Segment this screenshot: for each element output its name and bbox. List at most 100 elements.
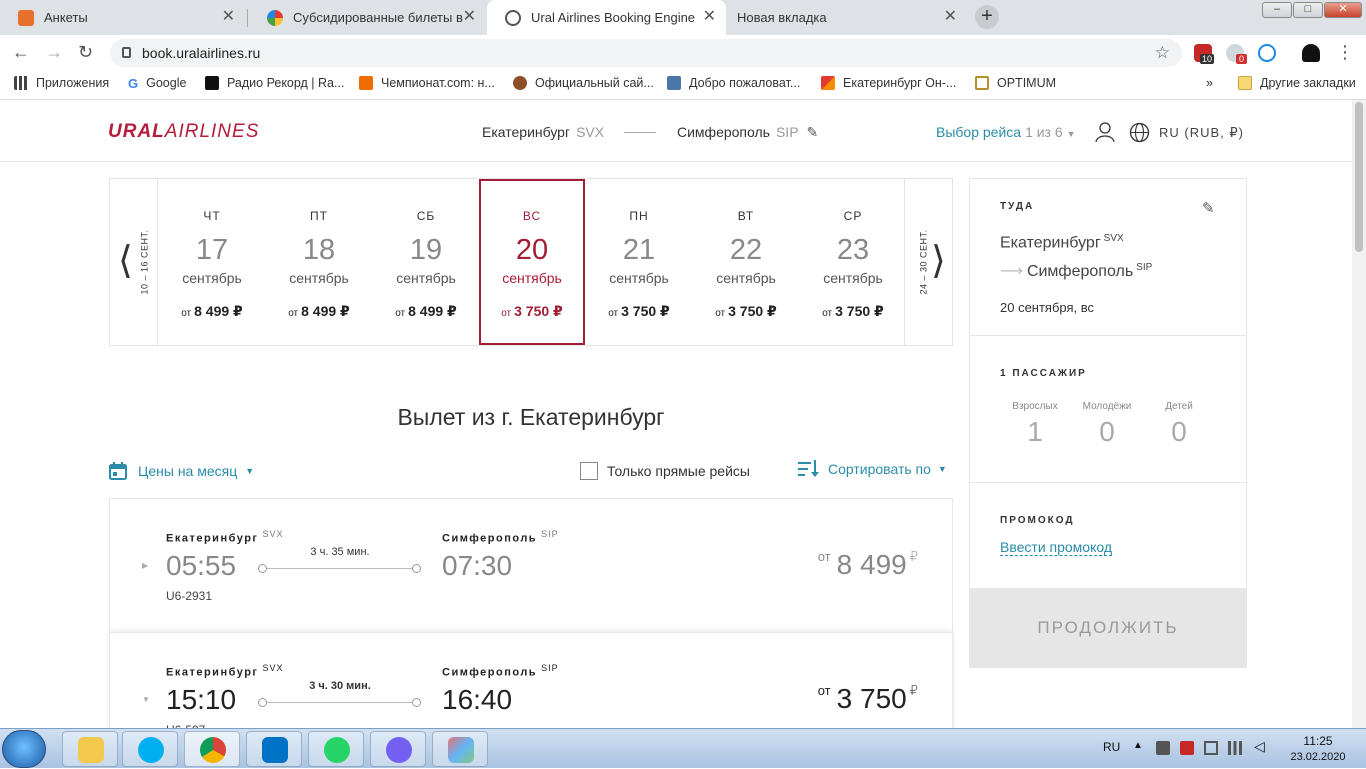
bookmark-apps[interactable]: Приложения [14, 76, 109, 90]
next-week-button[interactable]: ⟩ 24 – 30 СЕНТ. [904, 179, 952, 345]
tab-ankety[interactable]: Анкеты ✕ [0, 0, 245, 35]
site-icon [821, 76, 835, 90]
globe-icon[interactable] [1129, 122, 1150, 143]
direction-label: ТУДА [1000, 201, 1035, 212]
close-icon[interactable]: ✕ [222, 9, 235, 25]
divider [970, 482, 1246, 483]
date-cell[interactable]: ПТ 18 сентябрь от 8 499 ₽ [266, 179, 372, 345]
direct-flights-filter[interactable]: Только прямые рейсы [580, 462, 750, 480]
volume-icon[interactable]: ◁ [1254, 738, 1265, 755]
tray-expand-icon[interactable]: ▲ [1133, 740, 1143, 751]
tray-app-icon[interactable] [1180, 741, 1194, 755]
bookmark-vk[interactable]: Добро пожаловат... [667, 76, 800, 90]
forward-icon[interactable]: → [45, 42, 63, 62]
bookmark-label: Чемпионат.com: н... [381, 76, 495, 90]
close-icon[interactable]: ✕ [944, 9, 957, 25]
tab-new[interactable]: Новая вкладка ✕ [727, 0, 967, 35]
minimize-button[interactable]: – [1262, 2, 1292, 18]
expand-triangle-icon[interactable]: ▶ [142, 561, 148, 570]
flight-line [262, 702, 418, 703]
date-cell[interactable]: ПН 21 сентябрь от 3 750 ₽ [586, 179, 692, 345]
start-button[interactable] [2, 730, 46, 768]
tray-monitor-icon[interactable] [1204, 741, 1218, 755]
origin-code: SVX [262, 663, 284, 673]
reload-icon[interactable]: ↻ [78, 42, 93, 62]
tray-app-icon[interactable] [1156, 741, 1170, 755]
enter-promo-link[interactable]: Ввести промокод [1000, 539, 1113, 556]
tab-subsidized-tickets[interactable]: Субсидированные билеты в КРЫ ✕ [249, 0, 486, 35]
origin-dot [258, 698, 267, 707]
close-icon[interactable]: ✕ [703, 9, 716, 25]
bookmarks-overflow[interactable]: » [1206, 76, 1213, 90]
dest-city: Симферополь [442, 666, 538, 679]
month-prices-toggle[interactable]: Цены на месяц ▼ [109, 462, 254, 480]
ural-airlines-logo[interactable]: URALAIRLINES [108, 121, 259, 143]
chevron-right-icon: ⟩ [931, 240, 946, 282]
expand-triangle-icon[interactable]: ▼ [142, 695, 150, 704]
flight-step-indicator[interactable]: Выбор рейса 1 из 6 ▼ [936, 124, 1076, 140]
language-currency-selector[interactable]: RU (RUB, ₽) [1159, 125, 1244, 141]
prev-week-button[interactable]: ⟨ 10 – 16 СЕНТ. [110, 179, 158, 345]
maximize-button[interactable]: □ [1293, 2, 1323, 18]
date-cell-selected[interactable]: ВС 20 сентябрь от 3 750 ₽ [479, 179, 585, 345]
bookmark-ekaterinburg[interactable]: Екатеринбург Он-... [821, 76, 956, 90]
date-cell[interactable]: ВТ 22 сентябрь от 3 750 ₽ [693, 179, 799, 345]
url-input[interactable]: book.uralairlines.ru ☆ [110, 39, 1182, 67]
taskbar-paint[interactable] [432, 731, 488, 767]
signal-icon[interactable] [1228, 741, 1242, 755]
logo-light: AIRLINES [164, 121, 260, 142]
radio-icon [205, 76, 219, 90]
windows-taskbar: RU ▲ ◁ 11:25 23.02.2020 [0, 728, 1366, 768]
flight-duration: 3 ч. 30 мин. [309, 680, 371, 692]
back-icon[interactable]: ← [12, 42, 30, 62]
direct-flights-checkbox[interactable] [580, 462, 598, 480]
tab-ural-airlines[interactable]: Ural Airlines Booking Engine ✕ [487, 0, 726, 35]
scrollbar-thumb[interactable] [1355, 102, 1363, 252]
tray-language[interactable]: RU [1103, 740, 1120, 754]
taskbar-chrome[interactable] [184, 731, 240, 767]
folder-icon [1238, 76, 1252, 90]
origin-city: Екатеринбург [482, 124, 571, 140]
close-icon[interactable]: ✕ [463, 9, 476, 25]
bookmark-google[interactable]: G Google [128, 76, 186, 91]
sort-icon [798, 460, 819, 477]
price-prefix: от [822, 308, 833, 319]
bookmark-official[interactable]: Официальный сай... [513, 76, 654, 90]
globe-icon [505, 9, 521, 26]
taskbar-outlook[interactable] [246, 731, 302, 767]
date-carousel: ⟨ 10 – 16 СЕНТ. ЧТ 17 сентябрь от 8 499 ₽ ПТ… [109, 178, 953, 346]
menu-dots-icon[interactable]: ⋮ [1336, 42, 1354, 62]
edit-pencil-icon[interactable]: ✎ [807, 124, 819, 140]
price-prefix: от [715, 308, 726, 319]
bookmark-radio-record[interactable]: Радио Рекорд | Ra... [205, 76, 344, 90]
passenger-count[interactable]: 1 [999, 416, 1071, 448]
taskbar-skype[interactable] [122, 731, 178, 767]
date-cell[interactable]: СР 23 сентябрь от 3 750 ₽ [800, 179, 906, 345]
page-scrollbar[interactable] [1352, 100, 1366, 728]
chevron-left-icon: ⟨ [118, 240, 133, 282]
play-icon[interactable] [1258, 44, 1276, 62]
url-text: book.uralairlines.ru [142, 45, 261, 61]
system-clock[interactable]: 11:25 23.02.2020 [1286, 733, 1350, 765]
passenger-count[interactable]: 0 [1143, 416, 1215, 448]
passenger-count[interactable]: 0 [1071, 416, 1143, 448]
taskbar-viber[interactable] [370, 731, 426, 767]
taskbar-whatsapp[interactable] [308, 731, 364, 767]
bookmark-other[interactable]: Другие закладки [1238, 76, 1356, 90]
bookmark-optimum[interactable]: OPTIMUM [975, 76, 1056, 90]
date-cell[interactable]: СБ 19 сентябрь от 8 499 ₽ [373, 179, 479, 345]
star-icon[interactable]: ☆ [1155, 39, 1170, 67]
window-close-button[interactable]: ✕ [1324, 2, 1362, 18]
origin-city: Екатеринбург [166, 666, 259, 679]
user-icon[interactable] [1095, 122, 1115, 143]
taskbar-explorer[interactable] [62, 731, 118, 767]
sort-dropdown[interactable]: Сортировать по ▼ [798, 460, 947, 478]
continue-button[interactable]: ПРОДОЛЖИТЬ [970, 588, 1246, 668]
flight-card[interactable]: ▶ Екатеринбург SVX 05:55 3 ч. 35 мин. Сим… [109, 498, 953, 634]
bookmark-championat[interactable]: Чемпионат.com: н... [359, 76, 495, 90]
bell-icon[interactable] [1302, 44, 1320, 62]
date-cell[interactable]: ЧТ 17 сентябрь от 8 499 ₽ [159, 179, 265, 345]
edit-pencil-icon[interactable]: ✎ [1202, 199, 1215, 217]
new-tab-button[interactable]: + [975, 5, 999, 29]
arrival-time: 16:40 [442, 684, 513, 715]
